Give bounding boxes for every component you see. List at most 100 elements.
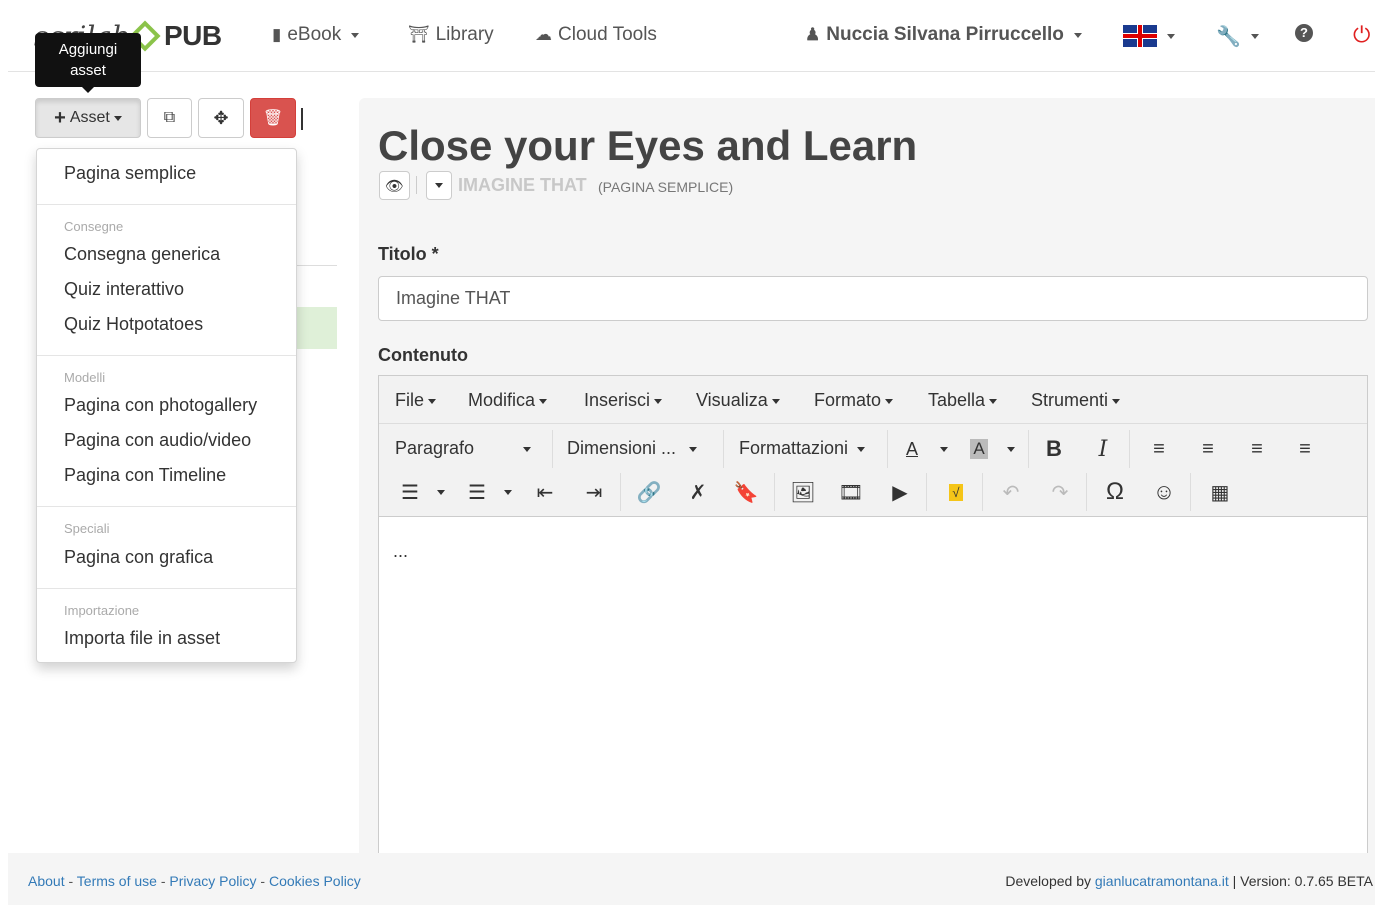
copy-asset-button[interactable]: ⧉ [147, 98, 192, 138]
page-title: Close your Eyes and Learn [378, 122, 918, 169]
indent-icon[interactable]: ⇥ [579, 477, 609, 507]
preview-button[interactable]: 👁 [379, 171, 410, 200]
align-center-icon[interactable]: ≡ [1193, 434, 1223, 464]
menu-divider [37, 506, 296, 507]
media-icon[interactable]: ▶ [885, 477, 915, 507]
editor-content[interactable]: ... [393, 541, 408, 562]
bold-icon[interactable]: B [1039, 434, 1069, 464]
chevron-down-icon [504, 489, 512, 495]
italic-icon[interactable]: I [1088, 434, 1118, 464]
toolbar-separator [887, 430, 888, 468]
paragraph-select-label: Paragrafo [395, 438, 475, 458]
binoculars-icon[interactable]: ▦ [1205, 477, 1235, 507]
menu-modifica-label: Modifica [468, 390, 536, 410]
font-size-select[interactable]: Dimensioni ... [567, 438, 698, 459]
nav-library[interactable]: ⛩ Library [408, 24, 494, 46]
menu-item-importa[interactable]: Importa file in asset [64, 628, 220, 649]
formats-select-label: Formattazioni [739, 438, 849, 458]
align-right-icon[interactable]: ≡ [1242, 434, 1272, 464]
menu-item-quiz-interattivo[interactable]: Quiz interattivo [64, 279, 184, 300]
rich-text-editor: File Modifica Inserisci Visualiza Format… [378, 375, 1368, 855]
chevron-down-icon [654, 398, 663, 404]
redo-icon[interactable]: ↷ [1045, 477, 1075, 507]
tooltip-line2: asset [70, 62, 106, 79]
privacy-link[interactable]: Privacy Policy [169, 873, 256, 889]
align-left-icon[interactable]: ≡ [1144, 434, 1174, 464]
add-asset-button[interactable]: + Asset [35, 98, 141, 138]
background-color-dropdown[interactable] [996, 434, 1026, 464]
nav-user-menu[interactable]: ♟ Nuccia Silvana Pirruccello [805, 24, 1082, 46]
nav-ebook-label: eBook [287, 24, 342, 45]
nav-language[interactable] [1123, 25, 1175, 47]
nav-tools[interactable]: 🔧 [1216, 24, 1259, 49]
subtitle-divider [416, 176, 417, 194]
film-icon[interactable]: 🎞 [836, 477, 866, 507]
menu-tabella[interactable]: Tabella [928, 390, 998, 411]
toolbar-separator [1129, 430, 1130, 468]
numbered-list-dropdown[interactable] [493, 477, 523, 507]
menu-visualiza[interactable]: Visualiza [696, 390, 780, 411]
menu-formato[interactable]: Formato [814, 390, 894, 411]
menu-item-grafica[interactable]: Pagina con grafica [64, 547, 213, 568]
menu-header-modelli: Modelli [64, 370, 106, 385]
developer-link[interactable]: gianlucatramontana.it [1095, 873, 1229, 889]
terms-link[interactable]: Terms of use [77, 873, 157, 889]
menu-header-speciali: Speciali [64, 521, 110, 536]
options-dropdown-button[interactable] [426, 171, 452, 200]
toolbar-separator [301, 108, 303, 130]
link-icon[interactable]: 🔗 [634, 477, 664, 507]
undo-icon[interactable]: ↶ [996, 477, 1026, 507]
align-justify-icon[interactable]: ≡ [1290, 434, 1320, 464]
menu-inserisci[interactable]: Inserisci [584, 390, 663, 411]
menu-item-timeline[interactable]: Pagina con Timeline [64, 465, 226, 486]
question-circle-icon: ? [1295, 24, 1313, 42]
eye-icon: 👁 [384, 177, 405, 195]
developed-by-label: Developed by [1005, 873, 1091, 889]
nav-cloud-tools[interactable]: ☁ Cloud Tools [535, 24, 657, 46]
tree-selected-row[interactable] [296, 307, 337, 349]
formats-select[interactable]: Formattazioni [739, 438, 866, 459]
toolbar-separator [774, 473, 775, 511]
nav-logout[interactable]: ⏻ [1353, 22, 1370, 48]
menu-strumenti[interactable]: Strumenti [1031, 390, 1121, 411]
unlink-icon[interactable]: ✗ [683, 477, 713, 507]
bookmark-icon[interactable]: 🔖 [731, 477, 761, 507]
menu-file[interactable]: File [395, 390, 437, 411]
menu-item-consegna-generica[interactable]: Consegna generica [64, 244, 220, 265]
numbered-list-icon[interactable]: ☰ [462, 477, 492, 507]
menu-header-consegne: Consegne [64, 219, 124, 234]
about-link[interactable]: About [28, 873, 65, 889]
chevron-down-icon [437, 489, 445, 495]
copy-icon: ⧉ [163, 109, 176, 126]
chevron-down-icon [1007, 446, 1015, 452]
special-char-icon[interactable]: Ω [1100, 477, 1130, 507]
bullet-list-icon[interactable]: ☰ [395, 477, 425, 507]
menu-item-audio-video[interactable]: Pagina con audio/video [64, 430, 251, 451]
text-color-icon[interactable]: A [897, 434, 927, 464]
outdent-icon[interactable]: ⇤ [530, 477, 560, 507]
nav-help[interactable]: ? [1295, 24, 1313, 42]
menu-divider [37, 588, 296, 589]
formula-icon[interactable]: √ [941, 477, 971, 507]
text-color-dropdown[interactable] [929, 434, 959, 464]
add-asset-tooltip: Aggiungi asset [35, 33, 141, 93]
cookies-link[interactable]: Cookies Policy [269, 873, 361, 889]
menu-tabella-label: Tabella [928, 390, 986, 410]
background-color-icon[interactable]: A [964, 434, 994, 464]
delete-asset-button[interactable]: 🗑 [250, 98, 296, 138]
emoticon-icon[interactable]: ☺ [1149, 477, 1179, 507]
power-icon: ⏻ [1353, 22, 1371, 47]
chevron-down-icon [1250, 34, 1259, 39]
move-asset-button[interactable]: ✥ [198, 98, 244, 138]
paragraph-select[interactable]: Paragrafo [395, 438, 532, 459]
menu-item-quiz-hotpotatoes[interactable]: Quiz Hotpotatoes [64, 314, 203, 335]
menu-item-photogallery[interactable]: Pagina con photogallery [64, 395, 257, 416]
menu-item-simple-page[interactable]: Pagina semplice [64, 163, 196, 184]
menu-inserisci-label: Inserisci [584, 390, 651, 410]
titolo-input[interactable] [378, 276, 1368, 321]
image-icon[interactable]: 🖼 [788, 477, 818, 507]
bullet-list-dropdown[interactable] [426, 477, 456, 507]
menu-modifica[interactable]: Modifica [468, 390, 548, 411]
footer: About - Terms of use - Privacy Policy - … [8, 853, 1375, 905]
nav-ebook[interactable]: ▮ eBook [272, 24, 360, 46]
